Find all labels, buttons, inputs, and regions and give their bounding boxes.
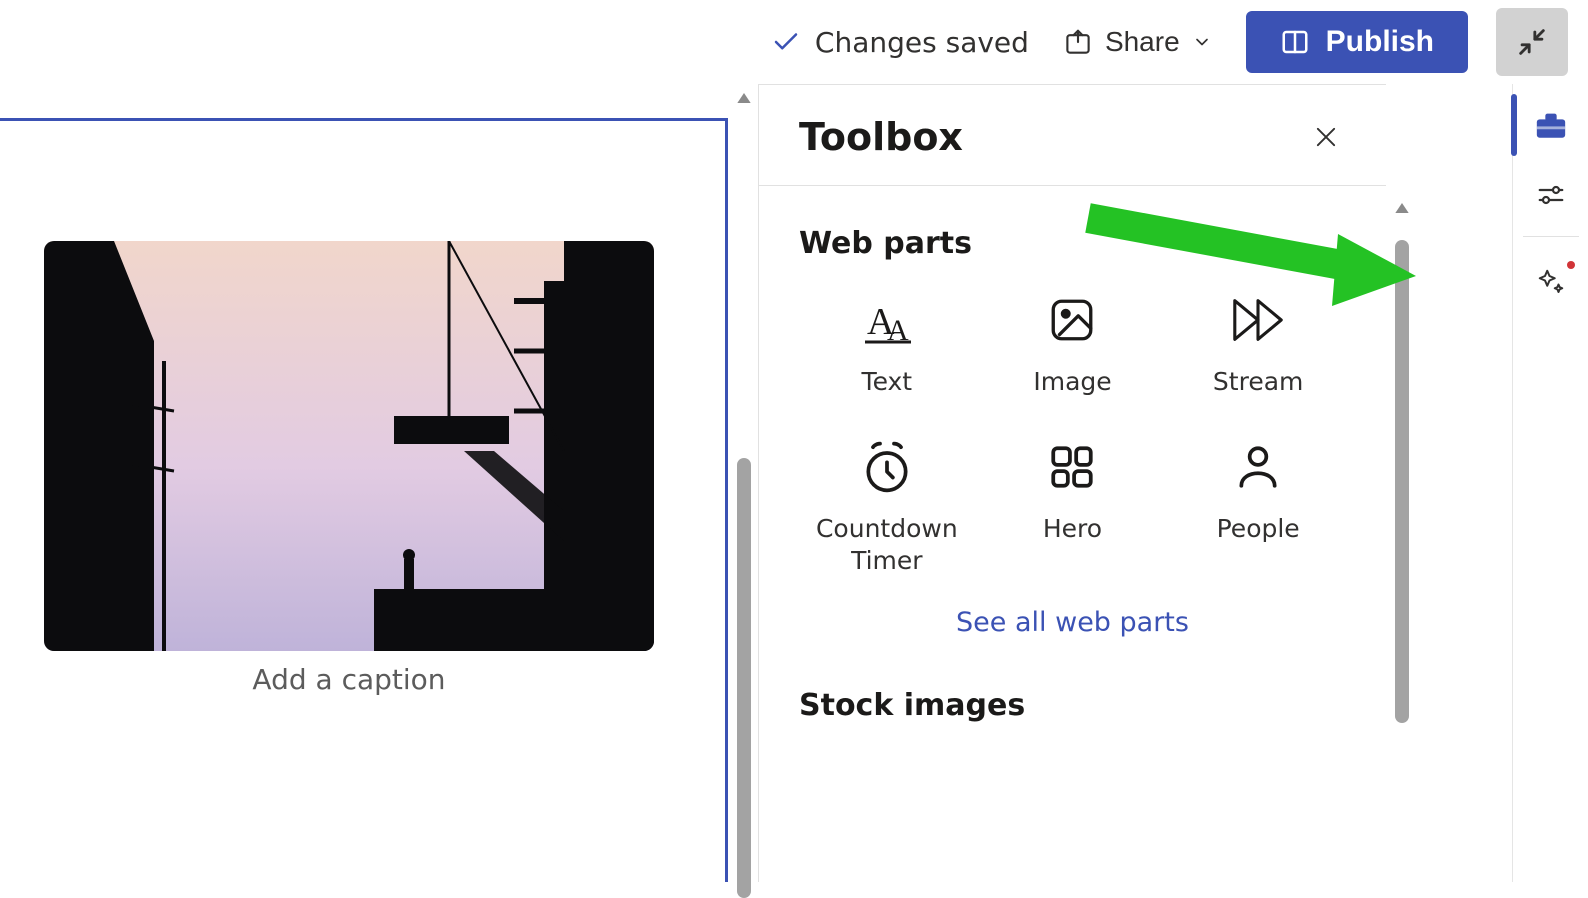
rail-separator (1523, 236, 1579, 237)
image-webpart[interactable] (44, 241, 654, 651)
image-icon (1042, 292, 1102, 348)
rail-toolbox-tab[interactable] (1515, 90, 1587, 160)
collapse-icon (1515, 25, 1549, 59)
toolbox-panel: Toolbox Web parts A A Text (758, 84, 1386, 882)
close-icon (1312, 123, 1340, 151)
book-open-icon (1280, 27, 1310, 57)
webpart-image[interactable]: Image (985, 291, 1161, 398)
share-icon (1063, 27, 1093, 57)
stream-icon (1228, 292, 1288, 348)
save-status: Changes saved (771, 26, 1029, 59)
scroll-up-icon (1392, 198, 1412, 218)
people-icon (1228, 439, 1288, 495)
hero-icon (1042, 439, 1102, 495)
webpart-stream[interactable]: Stream (1170, 291, 1346, 398)
close-panel-button[interactable] (1306, 117, 1346, 157)
share-label: Share (1105, 26, 1180, 58)
webparts-heading: Web parts (799, 226, 1346, 261)
checkmark-icon (771, 27, 801, 57)
toolbox-header: Toolbox (759, 85, 1386, 186)
chevron-down-icon (1192, 32, 1212, 52)
toolbox-rail-icon (1534, 110, 1568, 140)
collapse-button[interactable] (1496, 8, 1568, 76)
right-rail (1512, 84, 1588, 882)
toolbox-title: Toolbox (799, 115, 963, 159)
publish-label: Publish (1326, 25, 1434, 59)
stock-images-heading: Stock images (799, 688, 1346, 723)
rail-ideas-tab[interactable] (1515, 247, 1587, 317)
panel-scrollbar[interactable] (1392, 198, 1412, 723)
webpart-hero[interactable]: Hero (985, 438, 1161, 577)
toolbox-body: Web parts A A Text (759, 186, 1386, 723)
image-caption-input[interactable]: Add a caption (44, 663, 654, 696)
see-all-webparts-link[interactable]: See all web parts (799, 607, 1346, 638)
publish-button[interactable]: Publish (1246, 11, 1468, 73)
webpart-label: People (1217, 513, 1300, 544)
scroll-up-icon (734, 88, 754, 108)
webpart-countdown-timer[interactable]: Countdown Timer (799, 438, 975, 577)
notification-dot-icon (1567, 261, 1575, 269)
webpart-people[interactable]: People (1170, 438, 1346, 577)
top-command-bar: Changes saved Share Publish (0, 0, 1588, 84)
sliders-icon (1535, 180, 1567, 210)
save-status-text: Changes saved (815, 26, 1029, 59)
webpart-label: Countdown Timer (805, 513, 969, 576)
clock-icon (857, 439, 917, 495)
webpart-label: Stream (1213, 366, 1303, 397)
webparts-grid: A A Text Image (799, 291, 1346, 577)
editor-canvas[interactable]: Add a caption (0, 118, 728, 882)
text-icon: A A (857, 292, 917, 348)
scrollbar-thumb[interactable] (1395, 240, 1409, 723)
canvas-scrollbar[interactable] (734, 88, 754, 882)
webpart-label: Image (1033, 366, 1111, 397)
sparkle-icon (1536, 267, 1566, 297)
webpart-label: Text (862, 366, 913, 397)
share-button[interactable]: Share (1057, 25, 1218, 59)
scrollbar-thumb[interactable] (737, 458, 751, 898)
rail-settings-tab[interactable] (1515, 160, 1587, 230)
webpart-label: Hero (1043, 513, 1102, 544)
webpart-text[interactable]: A A Text (799, 291, 975, 398)
